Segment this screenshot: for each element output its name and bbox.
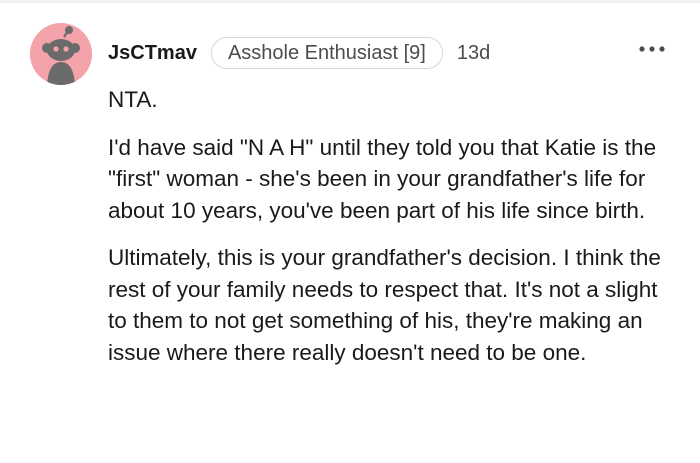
user-flair-badge: Asshole Enthusiast [9] [210,37,443,69]
ellipsis-icon [639,46,665,52]
comment: JsCTmav Asshole Enthusiast [9] 13d NTA. … [0,0,700,463]
comment-paragraph: Ultimately, this is your grandfather's d… [108,245,661,365]
comment-paragraph: NTA. [108,87,158,112]
snoo-avatar-icon [30,23,92,85]
more-options-button[interactable] [636,38,668,60]
comment-paragraph: I'd have said "N A H" until they told yo… [108,134,657,223]
username-link[interactable]: JsCTmav [108,42,197,65]
avatar[interactable] [30,23,92,85]
comment-header: JsCTmav Asshole Enthusiast [9] 13d [108,36,490,70]
comment-timestamp[interactable]: 13d [457,42,490,65]
comment-body: NTA. I'd have said "N A H" until they to… [108,84,668,368]
